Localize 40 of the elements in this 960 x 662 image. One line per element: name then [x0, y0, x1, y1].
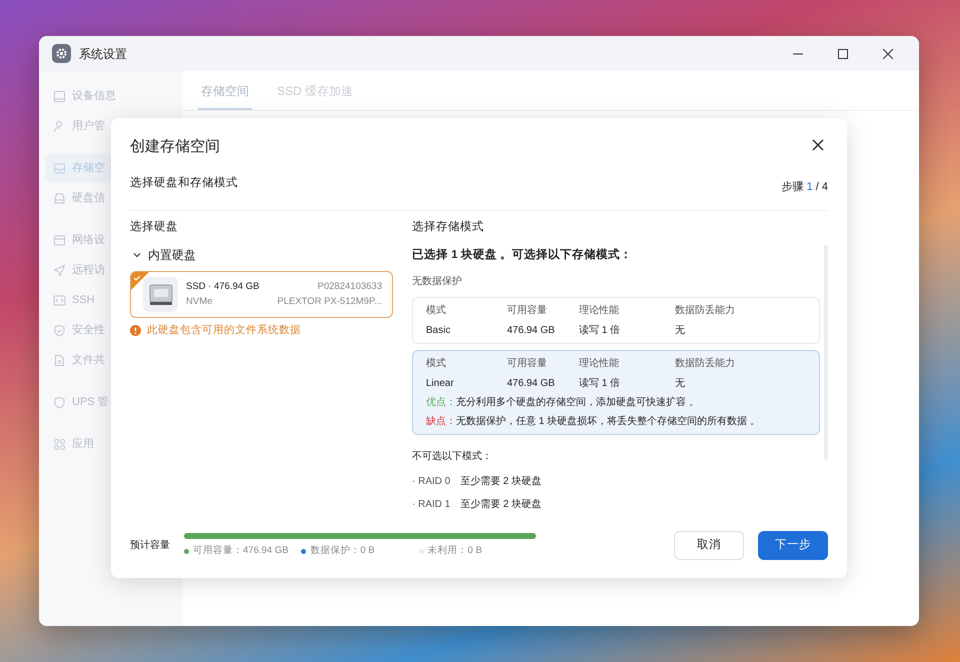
cell-value: Basic — [426, 324, 452, 338]
pro-note: 优点：充分利用多个硬盘的存储空间，添加硬盘可快速扩容 。 — [426, 396, 700, 410]
step-title: 选择硬盘和存储模式 — [130, 176, 238, 190]
cell-value: 无 — [675, 377, 686, 392]
window-title: 系统设置 — [79, 46, 127, 62]
legend-label: 未利用：0 B — [428, 544, 482, 558]
requirement-text: 至少需要 2 块硬盘 — [460, 474, 542, 490]
cell-value: 读写 1 倍 — [579, 376, 622, 392]
column-header: 可用容量 — [507, 356, 548, 372]
column-header: 可用容量 — [507, 304, 548, 318]
summary-text: 已选择 1 块硬盘 。可选择以下存储模式： — [412, 247, 633, 263]
dialog-title: 创建存储空间 — [130, 137, 220, 157]
step-indicator: 步骤 1 / 4 — [782, 180, 828, 196]
category-label: 无数据保护 — [412, 274, 463, 290]
disk-serial: P02824103633 — [318, 280, 382, 294]
disk-interface: NVMe — [186, 294, 214, 308]
unavailable-heading: 不可选以下模式： — [412, 450, 493, 464]
cell-value: 无 — [675, 324, 686, 338]
cell-value: 读写 1 倍 — [579, 324, 622, 338]
cell-value: 476.94 GB — [507, 377, 556, 392]
capacity-label: 预计容量 — [130, 538, 170, 553]
mode-name: · RAID 0 — [412, 475, 450, 490]
cell-value: 476.94 GB — [507, 324, 556, 338]
column-header: 模式 — [426, 356, 447, 372]
column-header: 数据防丢能力 — [675, 356, 736, 372]
disk-name: SSD · 476.94 GB — [186, 280, 260, 294]
con-note: 缺点：无数据保护，任意 1 块硬盘损坏，将丢失整个存储空间的所有数据 。 — [426, 414, 761, 430]
legend-label: 数据保护：0 B — [310, 544, 375, 558]
requirement-text: 至少需要 2 块硬盘 — [460, 498, 542, 512]
column-header: 数据防丢能力 — [675, 304, 736, 318]
mode-name: · RAID 1 — [412, 498, 450, 512]
column-header: 理论性能 — [579, 356, 620, 372]
legend-label: 可用容量：476.94 GB — [193, 544, 288, 558]
column-header: 理论性能 — [579, 304, 620, 318]
column-header: 模式 — [426, 304, 447, 318]
disk-model: PLEXTOR PX-512M9P... — [277, 294, 382, 308]
warning-text: 此硬盘包含可用的文件系统数据 — [147, 323, 301, 338]
section-heading: 选择存储模式 — [412, 220, 485, 235]
cell-value: Linear — [426, 377, 455, 392]
section-heading: 选择硬盘 — [130, 220, 179, 235]
